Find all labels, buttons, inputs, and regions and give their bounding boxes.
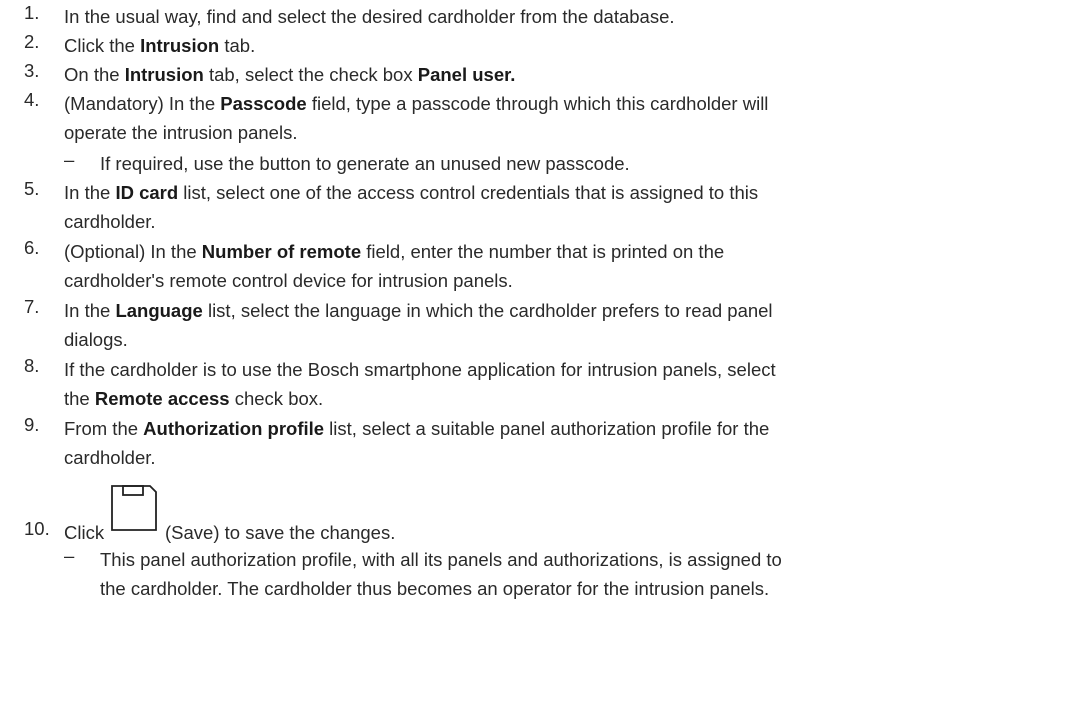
- step-number: 8.: [24, 355, 40, 376]
- step-text: In the usual way, find and select the de…: [64, 2, 1074, 31]
- substep-text: This panel authorization profile, with a…: [100, 545, 1080, 603]
- bold-term: Number of remote: [201, 241, 362, 262]
- text-run: list, select a suitable panel authorizat…: [324, 418, 770, 439]
- step-number: 6.: [24, 237, 40, 258]
- text-run: dialogs.: [64, 329, 128, 350]
- text-run: list, select the language in which the c…: [202, 300, 773, 321]
- text-run: cardholder's remote control device for i…: [64, 270, 513, 291]
- step-text: From the Authorization profile list, sel…: [64, 414, 1074, 472]
- text-run: This panel authorization profile, with a…: [100, 549, 782, 570]
- text-run: In the usual way, find and select the de…: [64, 6, 675, 27]
- text-run: field, enter the number that is printed …: [361, 241, 725, 262]
- text-run: In the: [64, 300, 116, 321]
- text-run: (Mandatory) In the: [64, 93, 221, 114]
- step-text: (Mandatory) In the Passcode field, type …: [64, 89, 1074, 147]
- step-number: 2.: [24, 31, 40, 52]
- step-text: In the Language list, select the languag…: [64, 296, 1074, 354]
- bold-term: Authorization profile: [143, 418, 325, 439]
- substep-text: If required, use the button to generate …: [100, 153, 630, 174]
- text-run: Click: [64, 522, 105, 543]
- dash-bullet: –: [64, 545, 75, 566]
- text-run: cardholder.: [64, 211, 156, 232]
- step-number: 4.: [24, 89, 40, 110]
- text-run: cardholder.: [64, 447, 156, 468]
- step-text: If the cardholder is to use the Bosch sm…: [64, 355, 1074, 413]
- bold-term: Panel user.: [417, 64, 516, 85]
- save-icon[interactable]: [109, 483, 159, 538]
- bold-term: Remote access: [94, 388, 230, 409]
- text-run: In the: [64, 182, 116, 203]
- text-run: tab, select the check box: [203, 64, 418, 85]
- bold-term: Intrusion: [140, 35, 220, 56]
- text-run: Click the: [64, 35, 141, 56]
- bold-term: Intrusion: [124, 64, 204, 85]
- text-run: If the cardholder is to use the Bosch sm…: [64, 359, 776, 380]
- text-run: operate the intrusion panels.: [64, 122, 298, 143]
- step-text: On the Intrusion tab, select the check b…: [64, 60, 1074, 89]
- text-run: On the: [64, 64, 125, 85]
- step-text: (Optional) In the Number of remote field…: [64, 237, 1074, 295]
- dash-bullet: –: [64, 149, 75, 170]
- step-number: 5.: [24, 178, 40, 199]
- bold-term: Passcode: [220, 93, 307, 114]
- step-number: 1.: [24, 2, 40, 23]
- text-run: (Optional) In the: [64, 241, 202, 262]
- step-text: In the ID card list, select one of the a…: [64, 178, 1074, 236]
- step-number: 7.: [24, 296, 40, 317]
- bold-term: Language: [115, 300, 203, 321]
- step-number: 10.: [24, 518, 50, 539]
- text-run: tab.: [219, 35, 256, 56]
- step-number: 3.: [24, 60, 40, 81]
- text-run: field, type a passcode through which thi…: [306, 93, 769, 114]
- bold-term: ID card: [115, 182, 179, 203]
- step-10: 10. Click (Save) to save the changes.: [0, 473, 1089, 543]
- step-text: Click the Intrusion tab.: [64, 31, 1074, 60]
- procedure-document: 1. In the usual way, find and select the…: [0, 0, 1089, 723]
- text-run: the cardholder. The cardholder thus beco…: [100, 578, 770, 599]
- text-run: the: [64, 388, 95, 409]
- step-text-after-icon: (Save) to save the changes.: [165, 522, 396, 543]
- text-run: list, select one of the access control c…: [178, 182, 759, 203]
- step-number: 9.: [24, 414, 40, 435]
- text-run: check box.: [229, 388, 324, 409]
- text-run: From the: [64, 418, 144, 439]
